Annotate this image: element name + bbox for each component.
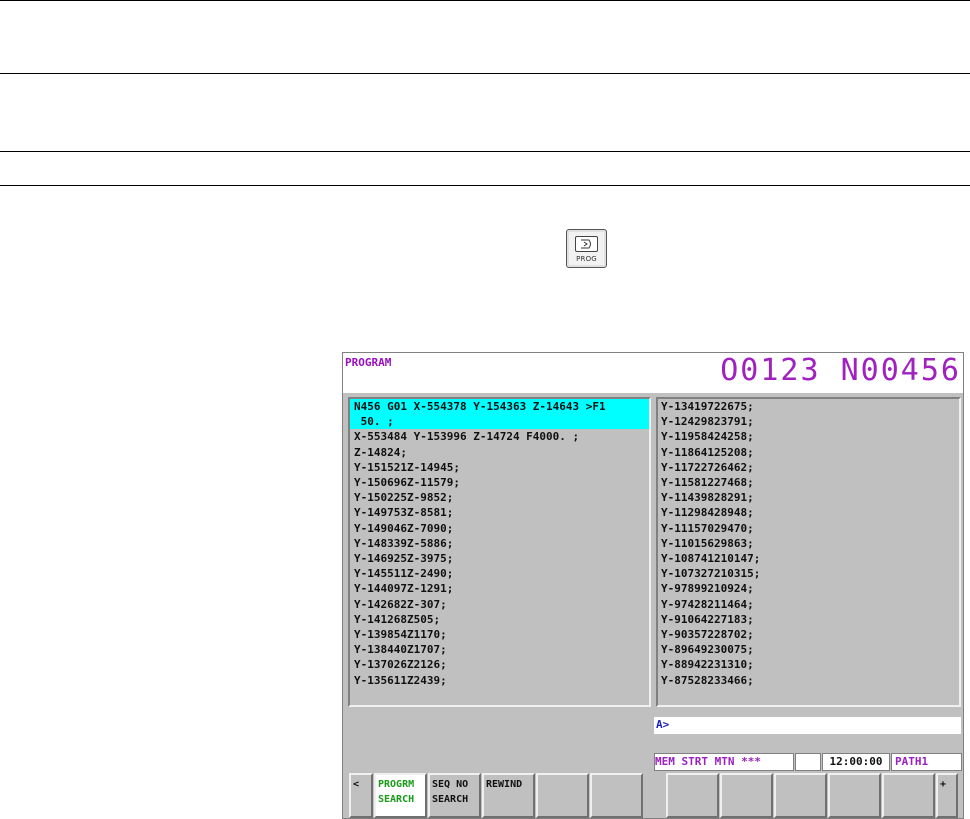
prog-key-label: PROG <box>576 255 597 263</box>
softkey-seq-no-search[interactable]: SEQ NO SEARCH <box>428 773 481 818</box>
program-line: Y-146925Z-3975; <box>354 552 454 566</box>
status-blank <box>795 753 821 771</box>
screen-title: PROGRAM <box>345 356 392 369</box>
program-line: Y-12429823791; <box>661 415 754 429</box>
softkey-right-arrow-label: + <box>940 779 947 790</box>
program-line: Y-149753Z-8581; <box>354 506 454 520</box>
softkey-left-arrow-label: < <box>353 779 360 790</box>
status-mode: MEM STRT MTN *** <box>654 753 794 771</box>
program-line: Y-11439828291; <box>661 491 754 505</box>
program-line: X-553484 Y-153996 Z-14724 F4000. ; <box>354 430 580 444</box>
program-line: Z-14824; <box>354 445 407 459</box>
softkey-program-search-line2: SEARCH <box>378 794 415 805</box>
status-bar: MEM STRT MTN *** 12:00:00 PATH1 <box>654 753 962 771</box>
softkey-empty-8[interactable] <box>774 773 827 818</box>
screen-header: PROGRAM O0123 N00456 <box>343 353 963 393</box>
program-line: Y-107327210315; <box>661 567 761 581</box>
status-time: 12:00:00 <box>822 753 890 771</box>
program-text-right-pane[interactable]: Y-13419722675; Y-12429823791; Y-1195842425… <box>656 397 961 707</box>
softkey-seq-no-line2: SEARCH <box>432 794 469 805</box>
softkey-empty-6[interactable] <box>666 773 719 818</box>
program-line: Y-91064227183; <box>661 612 754 626</box>
program-line: Y-11958424258; <box>661 430 754 444</box>
program-line: Y-150696Z-11579; <box>354 476 460 490</box>
program-text-left-pane[interactable]: N456 G01 X-554378 Y-154363 Z-14643 >F1 5… <box>348 397 651 707</box>
program-line: Y-97899210924; <box>661 582 754 596</box>
program-line: Y-11581227468; <box>661 476 754 490</box>
softkey-empty-5[interactable] <box>590 773 643 818</box>
softkey-left-arrow[interactable]: < <box>349 773 373 818</box>
softkey-empty-10[interactable] <box>882 773 935 818</box>
softkey-seq-no-line1: SEQ NO <box>432 779 469 790</box>
header-rule-2 <box>0 151 970 152</box>
program-number: O0123 N00456 <box>720 353 961 388</box>
softkey-right-arrow[interactable]: + <box>936 773 958 818</box>
command-prompt: A> <box>656 718 670 731</box>
program-line: Y-89649230075; <box>661 643 754 657</box>
header-rule-3 <box>0 185 970 186</box>
program-line: Y-97428211464; <box>661 597 754 611</box>
program-line: Y-11722726462; <box>661 460 754 474</box>
program-line: Y-142682Z-307; <box>354 597 447 611</box>
program-line: Y-11015629863; <box>661 536 754 550</box>
program-line: Y-138440Z1707; <box>354 643 447 657</box>
program-line: 50. ; <box>350 414 649 430</box>
program-line: Y-88942231310; <box>661 658 754 672</box>
prog-function-key[interactable]: PROG <box>566 229 607 268</box>
program-line: Y-87528233466; <box>661 673 754 687</box>
command-input-line[interactable]: A> <box>654 717 961 734</box>
softkey-empty-4[interactable] <box>536 773 589 818</box>
program-line: Y-11298428948; <box>661 506 754 520</box>
program-line: Y-11864125208; <box>661 445 754 459</box>
softkey-rewind-label: REWIND <box>486 779 523 790</box>
top-rule <box>0 0 970 1</box>
program-line: Y-145511Z-2490; <box>354 567 454 581</box>
softkey-bar: < PROGRM SEARCH SEQ NO SEARCH REWIND + <box>343 773 963 819</box>
program-line: Y-90357228702; <box>661 628 754 642</box>
program-line: Y-151521Z-14945; <box>354 460 460 474</box>
program-line: Y-135611Z2439; <box>354 673 447 687</box>
program-line: Y-137026Z2126; <box>354 658 447 672</box>
prog-key-icon <box>575 236 598 252</box>
softkey-rewind[interactable]: REWIND <box>482 773 535 818</box>
softkey-program-search[interactable]: PROGRM SEARCH <box>374 773 427 818</box>
program-line: Y-108741210147; <box>661 552 761 566</box>
status-path: PATH1 <box>891 753 962 771</box>
program-line: Y-13419722675; <box>661 400 754 413</box>
softkey-empty-9[interactable] <box>828 773 881 818</box>
program-line: N456 G01 X-554378 Y-154363 Z-14643 >F1 <box>350 399 649 415</box>
header-rule-1 <box>0 73 970 74</box>
program-line: Y-11157029470; <box>661 521 754 535</box>
softkey-program-search-line1: PROGRM <box>378 779 415 790</box>
program-line: Y-150225Z-9852; <box>354 491 454 505</box>
cnc-program-screen: PROGRAM O0123 N00456 N456 G01 X-554378 Y… <box>342 352 964 819</box>
softkey-empty-7[interactable] <box>720 773 773 818</box>
program-line: Y-148339Z-5886; <box>354 536 454 550</box>
program-line: Y-141268Z505; <box>354 612 441 626</box>
program-line: Y-144097Z-1291; <box>354 582 454 596</box>
program-line: Y-149046Z-7090; <box>354 521 454 535</box>
program-line: Y-139854Z1170; <box>354 628 447 642</box>
